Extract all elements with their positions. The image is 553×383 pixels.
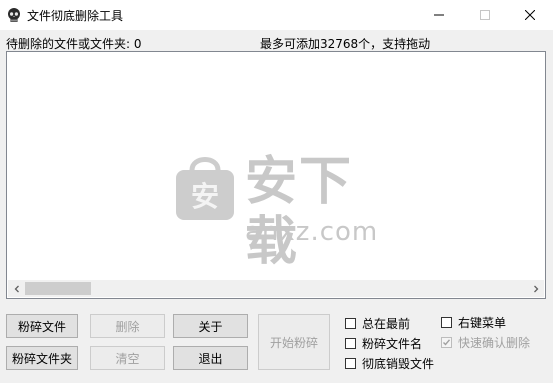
always-on-top-checkbox[interactable]: 总在最前 bbox=[345, 315, 410, 332]
start-shred-button: 开始粉碎 bbox=[258, 314, 330, 370]
scroll-right-button[interactable] bbox=[527, 280, 544, 297]
checkbox-box[interactable] bbox=[441, 317, 452, 328]
maximize-button bbox=[462, 0, 508, 30]
about-button[interactable]: 关于 bbox=[173, 314, 248, 338]
file-list[interactable]: 安 安下载 anxz.com bbox=[6, 51, 546, 299]
shred-filename-label: 粉碎文件名 bbox=[362, 337, 423, 351]
watermark: 安 安下载 anxz.com bbox=[167, 147, 397, 287]
secure-destroy-checkbox[interactable]: 彻底销毁文件 bbox=[345, 355, 434, 372]
chevron-right-icon bbox=[533, 285, 538, 292]
watermark-en-text: anxz.com bbox=[245, 217, 379, 247]
checkbox-box[interactable] bbox=[345, 338, 356, 349]
skull-icon bbox=[6, 7, 22, 23]
pending-count-label: 待删除的文件或文件夹: 0 bbox=[6, 37, 142, 51]
delete-button: 删除 bbox=[90, 314, 165, 338]
shred-filename-checkbox[interactable]: 粉碎文件名 bbox=[345, 335, 422, 352]
scrollbar-thumb[interactable] bbox=[25, 282, 91, 295]
secure-destroy-label: 彻底销毁文件 bbox=[362, 357, 435, 371]
minimize-icon bbox=[434, 14, 444, 16]
exit-button[interactable]: 退出 bbox=[173, 346, 248, 370]
quick-confirm-label: 快速确认删除 bbox=[458, 336, 531, 350]
capacity-hint: 最多可添加32768个，支持拖动 bbox=[260, 37, 431, 51]
clear-button: 清空 bbox=[90, 346, 165, 370]
always-on-top-label: 总在最前 bbox=[362, 317, 411, 331]
window-title: 文件彻底删除工具 bbox=[27, 9, 124, 23]
close-icon bbox=[525, 10, 535, 20]
minimize-button[interactable] bbox=[416, 0, 462, 30]
chevron-left-icon bbox=[14, 285, 19, 292]
title-bar[interactable]: 文件彻底删除工具 bbox=[0, 0, 553, 30]
app-window: 文件彻底删除工具 待删除的文件或文件夹: 0 最多可添加32768个，支持拖动 … bbox=[0, 0, 553, 383]
checkbox-box[interactable] bbox=[345, 358, 356, 369]
watermark-cn-text: 安下载 bbox=[245, 152, 354, 272]
close-button[interactable] bbox=[507, 0, 553, 30]
shred-file-button[interactable]: 粉碎文件 bbox=[6, 314, 78, 338]
shopping-bag-logo-icon: 安 bbox=[176, 157, 234, 220]
checkbox-box bbox=[441, 337, 452, 348]
context-menu-label: 右键菜单 bbox=[458, 316, 507, 330]
shred-folder-button[interactable]: 粉碎文件夹 bbox=[6, 346, 78, 370]
checkmark-icon bbox=[443, 339, 451, 346]
checkbox-box[interactable] bbox=[345, 318, 356, 329]
svg-text:安: 安 bbox=[191, 180, 219, 213]
maximize-icon bbox=[480, 10, 490, 20]
quick-confirm-checkbox: 快速确认删除 bbox=[441, 334, 530, 351]
context-menu-checkbox[interactable]: 右键菜单 bbox=[441, 314, 506, 331]
scroll-left-button[interactable] bbox=[8, 280, 25, 297]
horizontal-scrollbar[interactable] bbox=[8, 280, 544, 297]
